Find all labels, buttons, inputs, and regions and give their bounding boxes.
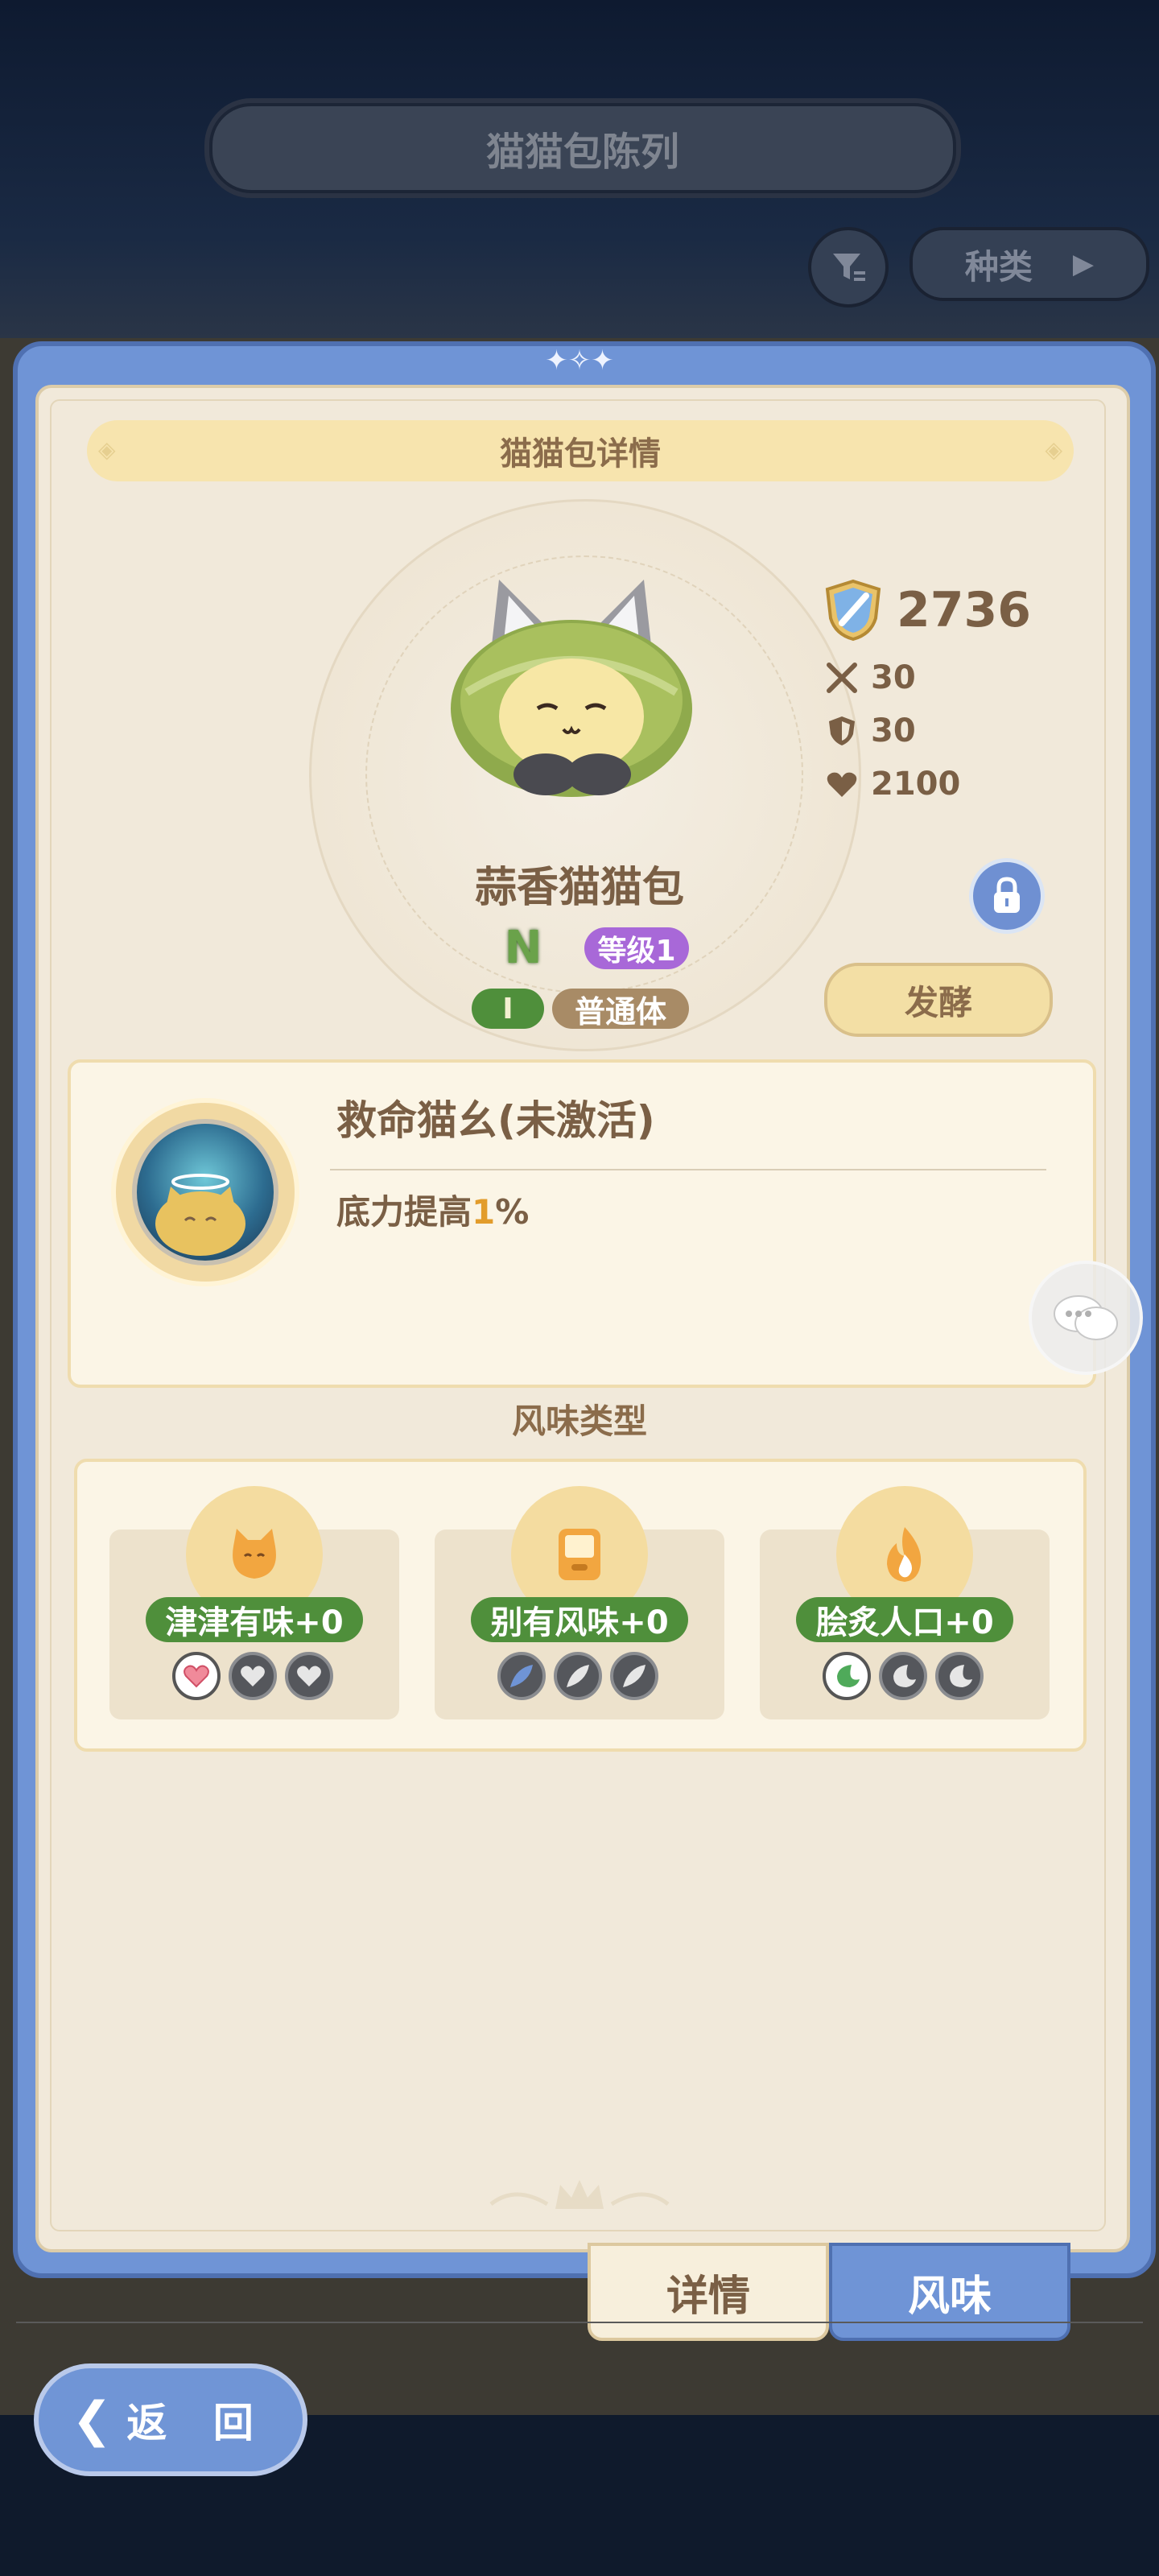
level-badge: 等级1 [584, 927, 689, 969]
category-dropdown[interactable]: 种类 ▶ [909, 227, 1149, 301]
back-button[interactable]: ❮ 返 回 [34, 2363, 307, 2476]
character-sprite [451, 580, 692, 797]
chat-icon [1054, 1295, 1118, 1340]
moon-pip [935, 1652, 984, 1700]
diamond-icon: ◈ [1045, 436, 1062, 463]
heart-pip [285, 1652, 333, 1700]
moon-icon [950, 1665, 972, 1687]
flavor-pips [497, 1652, 658, 1700]
divider [16, 2322, 1143, 2323]
handheld-icon [559, 1529, 600, 1580]
defense-value: 30 [871, 712, 916, 749]
feather-pip [497, 1652, 546, 1700]
lock-icon [994, 877, 1020, 913]
crown-ornament-icon [489, 2180, 670, 2209]
flavor-pips [823, 1652, 984, 1700]
section-header-label: 猫猫包详情 [500, 436, 661, 473]
lock-button[interactable] [969, 858, 1045, 934]
heart-icon [297, 1666, 321, 1686]
back-label: 返 回 [126, 2400, 270, 2446]
moon-icon [837, 1665, 860, 1687]
flavor-pips [172, 1652, 333, 1700]
hp-value: 2100 [871, 766, 961, 803]
feather-icon [623, 1665, 645, 1687]
moon-pip [823, 1652, 871, 1700]
flavor-label: 别有风味+0 [471, 1597, 688, 1642]
skill-icon[interactable] [132, 1119, 278, 1265]
skill-description: 底力提高1% [336, 1185, 900, 1233]
filter-button[interactable] [808, 227, 889, 308]
feather-pip [554, 1652, 602, 1700]
skill-title: 救命猫幺(未激活) [336, 1097, 655, 1144]
power-shield-icon [825, 579, 881, 642]
attack-value: 30 [871, 659, 916, 696]
feather-icon [510, 1665, 533, 1687]
skill-desc-value: 1 [472, 1192, 496, 1232]
tier-badge: I [472, 989, 544, 1029]
tab-details[interactable]: 详情 [588, 2243, 829, 2341]
diamond-icon: ◈ [98, 436, 116, 463]
page-title: 猫猫包陈列 [209, 103, 956, 193]
tab-flavor[interactable]: 风味 [829, 2243, 1070, 2341]
heart-icon [241, 1666, 265, 1686]
defense-stat: 30 [824, 707, 1017, 755]
skill-divider [330, 1169, 1046, 1170]
power-value: 2736 [897, 582, 1031, 638]
chat-button[interactable] [1029, 1261, 1143, 1375]
rarity-badge: N [504, 922, 542, 974]
character-name: 蒜香猫猫包 [474, 864, 684, 912]
crossed-swords-icon [827, 663, 857, 693]
ornament-icon: ✦✧✦ [545, 345, 614, 377]
category-label: 种类 [964, 246, 1033, 287]
attack-stat: 30 [824, 654, 1017, 702]
moon-icon [893, 1665, 916, 1687]
heart-icon [184, 1665, 209, 1688]
moon-pip [879, 1652, 927, 1700]
body-type-badge: 普通体 [552, 989, 689, 1030]
skill-desc-unit: % [495, 1192, 530, 1232]
angel-cat-icon [155, 1174, 245, 1256]
heart-pip [229, 1652, 277, 1700]
flame-icon [887, 1527, 922, 1582]
flavor-label: 津津有味+0 [146, 1597, 363, 1642]
back-arrow-icon: ❮ [72, 2392, 113, 2448]
section-header: ◈ 猫猫包详情 ◈ [87, 420, 1074, 481]
hp-stat: 2100 [824, 760, 1017, 808]
skill-desc-text: 底力提高 [336, 1192, 472, 1232]
heart-pip [172, 1652, 221, 1700]
flavor-section-title: 风味类型 [511, 1402, 647, 1441]
heart-icon [827, 772, 857, 797]
filter-icon [833, 254, 865, 281]
ferment-button[interactable]: 发酵 [824, 963, 1053, 1037]
flavor-label: 脍炙人口+0 [796, 1597, 1013, 1642]
feather-pip [610, 1652, 658, 1700]
chevron-right-icon: ▶ [1072, 248, 1095, 280]
cat-face-icon [233, 1529, 276, 1579]
shield-icon [829, 716, 855, 745]
feather-icon [567, 1665, 589, 1687]
